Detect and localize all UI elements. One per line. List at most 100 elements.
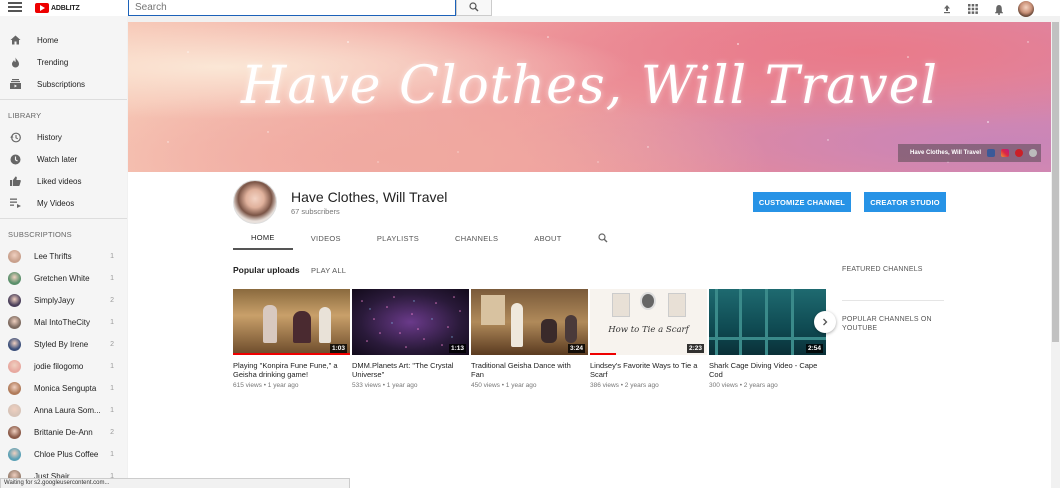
- video-thumbnail[interactable]: 1:03: [233, 289, 350, 355]
- sidebar-item-subscriptions[interactable]: Subscriptions: [0, 73, 127, 95]
- new-video-count: 1: [110, 406, 114, 414]
- video-duration: 1:13: [448, 344, 466, 353]
- subscription-item[interactable]: SimplyJayy 2: [0, 289, 127, 311]
- subscription-item[interactable]: Brittanie De-Ann 2: [0, 421, 127, 443]
- channel-avatar[interactable]: [233, 180, 277, 224]
- video-title[interactable]: Lindsey's Favorite Ways to Tie a Scarf: [590, 361, 704, 379]
- subscription-item[interactable]: Gretchen White 1: [0, 267, 127, 289]
- channel-avatar: [8, 293, 21, 307]
- logo[interactable]: ADBLITZ: [35, 3, 80, 13]
- subscriptions-icon: [9, 78, 21, 90]
- customize-channel-button[interactable]: CUSTOMIZE CHANNEL: [753, 192, 851, 212]
- sidebar-item-trending[interactable]: Trending: [0, 51, 127, 73]
- sidebar: Home Trending Subscriptions LIBRARY Hist…: [0, 16, 127, 488]
- video-item[interactable]: 1:13 DMM.Planets Art: "The Crystal Unive…: [352, 289, 470, 389]
- new-video-count: 1: [110, 362, 114, 370]
- sidebar-item-history[interactable]: History: [0, 126, 127, 148]
- video-item[interactable]: 1:03 Playing "Konpira Fune Fune," a Geis…: [233, 289, 351, 389]
- video-item[interactable]: How to Tie a Scarf 2:23 Lindsey's Favori…: [590, 289, 708, 389]
- search-button[interactable]: [456, 0, 492, 16]
- upload-icon[interactable]: [940, 2, 954, 16]
- video-thumbnail[interactable]: How to Tie a Scarf 2:23: [590, 289, 707, 355]
- sidebar-item-label: Trending: [37, 57, 69, 67]
- flame-icon: [9, 56, 21, 68]
- video-item[interactable]: 3:24 Traditional Geisha Dance with Fan 4…: [471, 289, 589, 389]
- video-shelf: 1:03 Playing "Konpira Fune Fune," a Geis…: [233, 289, 828, 389]
- channel-avatar: [8, 271, 21, 285]
- pinterest-icon[interactable]: [1015, 149, 1023, 157]
- subscription-name: Gretchen White: [34, 273, 90, 283]
- tab-playlists[interactable]: PLAYLISTS: [359, 226, 437, 250]
- logo-text: ADBLITZ: [51, 4, 80, 12]
- channel-avatar: [8, 249, 21, 263]
- tab-home[interactable]: HOME: [233, 226, 293, 250]
- video-title[interactable]: DMM.Planets Art: "The Crystal Universe": [352, 361, 466, 379]
- subscription-name: Chloe Plus Coffee: [34, 449, 99, 459]
- new-video-count: 1: [110, 318, 114, 326]
- video-duration: 2:23: [686, 344, 704, 353]
- video-thumbnail[interactable]: 3:24: [471, 289, 588, 355]
- menu-icon[interactable]: [8, 2, 22, 13]
- new-video-count: 1: [110, 450, 114, 458]
- channel-name: Have Clothes, Will Travel: [291, 189, 448, 205]
- channel-content: Popular uploads PLAY ALL 1:03 Playing "K…: [128, 252, 1051, 488]
- subscription-name: jodie filogomo: [34, 361, 84, 371]
- subscription-item[interactable]: Chloe Plus Coffee 1: [0, 443, 127, 465]
- sidebar-item-home[interactable]: Home: [0, 29, 127, 51]
- sidebar-item-label: Watch later: [37, 154, 78, 164]
- subscription-name: Lee Thrifts: [34, 251, 72, 261]
- playlist-icon: [9, 197, 21, 209]
- shelf-next-button[interactable]: [814, 311, 836, 333]
- history-icon: [9, 131, 21, 143]
- instagram-icon[interactable]: [1001, 149, 1009, 157]
- search-input[interactable]: [128, 0, 456, 16]
- popular-uploads-title[interactable]: Popular uploads: [233, 265, 300, 275]
- featured-channels-heading: FEATURED CHANNELS: [842, 266, 923, 273]
- globe-icon[interactable]: [1029, 149, 1037, 157]
- video-thumbnail[interactable]: 2:54: [709, 289, 826, 355]
- new-video-count: 2: [110, 428, 114, 436]
- subscription-item[interactable]: Lee Thrifts 1: [0, 245, 127, 267]
- subscription-item[interactable]: Monica Sengupta 1: [0, 377, 127, 399]
- apps-grid-icon[interactable]: [966, 2, 980, 16]
- facebook-icon[interactable]: [987, 149, 995, 157]
- video-title[interactable]: Playing "Konpira Fune Fune," a Geisha dr…: [233, 361, 347, 379]
- subscription-item[interactable]: jodie filogomo 1: [0, 355, 127, 377]
- sidebar-divider: [0, 99, 127, 100]
- sidebar-divider: [0, 218, 127, 219]
- creator-studio-button[interactable]: CREATOR STUDIO: [864, 192, 946, 212]
- sidebar-item-label: Liked videos: [37, 176, 82, 186]
- subscription-item[interactable]: Anna Laura Som... 1: [0, 399, 127, 421]
- top-bar: ADBLITZ: [0, 0, 1060, 17]
- banner-link-label[interactable]: Have Clothes, Will Travel: [910, 150, 981, 156]
- account-avatar[interactable]: [1018, 1, 1034, 17]
- tab-channels[interactable]: CHANNELS: [437, 226, 516, 250]
- video-item[interactable]: 2:54 Shark Cage Diving Video - Cape Cod …: [709, 289, 827, 389]
- video-duration: 1:03: [329, 344, 347, 353]
- subscription-item[interactable]: Styled By Irene 2: [0, 333, 127, 355]
- sidebar-item-my-videos[interactable]: My Videos: [0, 192, 127, 214]
- scrollbar-thumb[interactable]: [1052, 22, 1059, 342]
- subscription-name: Styled By Irene: [34, 339, 89, 349]
- channel-avatar: [8, 359, 21, 373]
- tab-videos[interactable]: VIDEOS: [293, 226, 359, 250]
- right-panel-divider: [842, 300, 944, 301]
- subscription-item[interactable]: Mal IntoTheCity 1: [0, 311, 127, 333]
- tab-about[interactable]: ABOUT: [516, 226, 579, 250]
- popular-channels-heading: POPULAR CHANNELS ON YOUTUBE: [842, 316, 932, 332]
- video-meta: 615 views • 1 year ago: [233, 382, 299, 389]
- sidebar-item-liked-videos[interactable]: Liked videos: [0, 170, 127, 192]
- channel-avatar: [8, 337, 21, 351]
- play-all-button[interactable]: PLAY ALL: [311, 266, 346, 275]
- video-thumbnail[interactable]: 1:13: [352, 289, 469, 355]
- channel-avatar: [8, 403, 21, 417]
- banner-title: Have Clothes, Will Travel: [241, 56, 938, 116]
- subscription-name: SimplyJayy: [34, 295, 75, 305]
- channel-search-button[interactable]: [580, 226, 626, 250]
- bell-icon[interactable]: [992, 2, 1006, 16]
- video-meta: 450 views • 1 year ago: [471, 382, 537, 389]
- video-title[interactable]: Shark Cage Diving Video - Cape Cod: [709, 361, 823, 379]
- channel-avatar: [8, 425, 21, 439]
- sidebar-item-watch-later[interactable]: Watch later: [0, 148, 127, 170]
- video-title[interactable]: Traditional Geisha Dance with Fan: [471, 361, 585, 379]
